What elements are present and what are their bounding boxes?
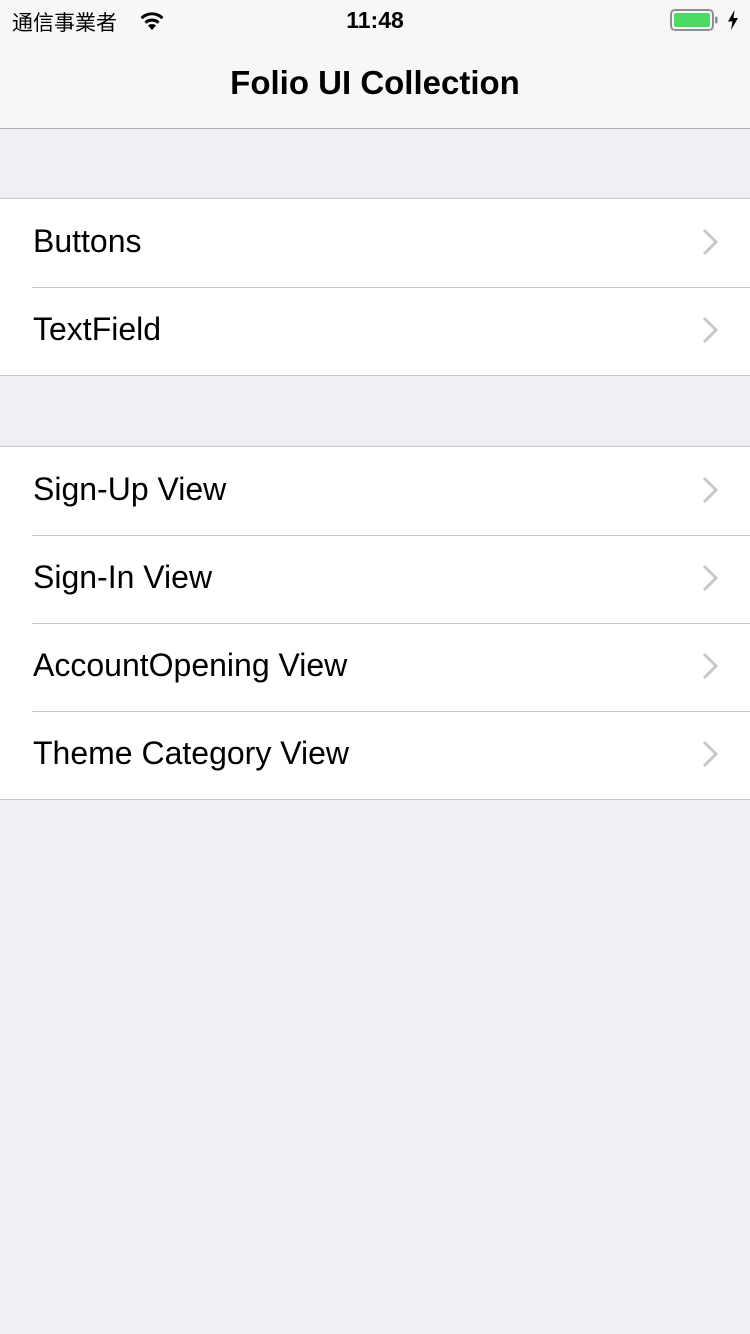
- page-title: Folio UI Collection: [230, 64, 520, 101]
- list-item-theme-category-view[interactable]: Theme Category View: [0, 711, 750, 799]
- list-item-label: Buttons: [33, 223, 142, 259]
- table-section-views: Sign-Up View Sign-In View AccountOpening…: [0, 446, 750, 800]
- list-item-label: Theme Category View: [33, 735, 349, 771]
- chevron-right-icon: [702, 228, 718, 256]
- chevron-right-icon: [702, 652, 718, 680]
- table-section-components: Buttons TextField: [0, 198, 750, 376]
- list-item-label: Sign-In View: [33, 559, 213, 595]
- battery-icon: [670, 9, 718, 31]
- list-item-buttons[interactable]: Buttons: [0, 199, 750, 287]
- chevron-right-icon: [702, 476, 718, 504]
- charging-bolt-icon: [728, 10, 738, 30]
- navigation-bar: Folio UI Collection: [0, 40, 750, 129]
- chevron-right-icon: [702, 564, 718, 592]
- chevron-right-icon: [702, 316, 718, 344]
- chevron-right-icon: [702, 740, 718, 768]
- status-time: 11:48: [346, 7, 404, 33]
- list-item-label: AccountOpening View: [33, 647, 348, 683]
- list-item-account-opening-view[interactable]: AccountOpening View: [0, 623, 750, 711]
- list-item-label: TextField: [33, 311, 162, 347]
- list-item-sign-in-view[interactable]: Sign-In View: [0, 535, 750, 623]
- list-item-sign-up-view[interactable]: Sign-Up View: [0, 447, 750, 535]
- list-item-label: Sign-Up View: [33, 471, 227, 507]
- status-bar: 通信事業者 11:48: [0, 0, 750, 40]
- list-item-textfield[interactable]: TextField: [0, 287, 750, 375]
